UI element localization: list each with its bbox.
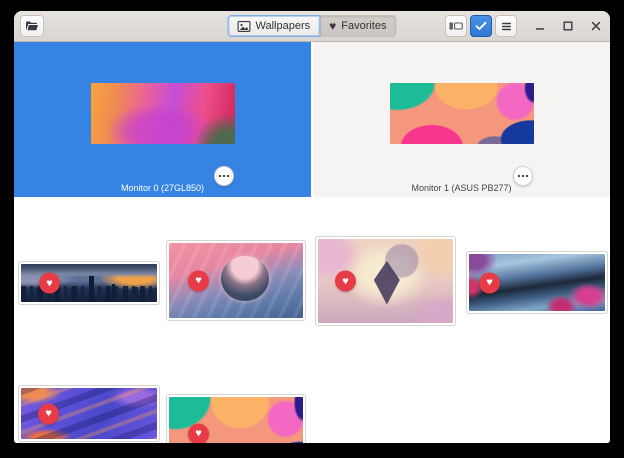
tab-favorites[interactable]: ♥ Favorites	[320, 15, 396, 37]
app-window: Wallpapers ♥ Favorites	[14, 11, 610, 443]
tab-favorites-label: Favorites	[341, 20, 386, 32]
maximize-button[interactable]	[561, 15, 574, 37]
wallpaper-tile[interactable]: ♥	[166, 240, 306, 321]
window-controls	[533, 15, 602, 37]
minimize-button[interactable]	[533, 15, 546, 37]
favorite-heart-badge[interactable]: ♥	[39, 273, 60, 294]
monitor-1-card[interactable]: Monitor 1 (ASUS PB277)	[313, 42, 610, 197]
tab-wallpapers-label: Wallpapers	[256, 20, 311, 32]
favorite-heart-badge[interactable]: ♥	[479, 272, 500, 293]
menu-icon	[501, 22, 512, 31]
desktop-background: { "colors": { "accent": "#3584e4", "favo…	[0, 0, 624, 458]
apply-wallpaper-button[interactable]	[470, 15, 492, 37]
monitor-1-wallpaper-preview	[390, 83, 534, 144]
monitor-0-card[interactable]: Monitor 0 (27GL850)	[14, 42, 311, 197]
ellipsis-icon	[218, 174, 230, 178]
close-button[interactable]	[589, 15, 602, 37]
image-icon	[238, 21, 251, 32]
monitor-0-label: Monitor 0 (27GL850)	[14, 183, 311, 193]
wallpaper-tile[interactable]: ♥	[166, 394, 306, 443]
favorite-heart-badge[interactable]: ♥	[38, 403, 59, 424]
primary-menu-button[interactable]	[495, 15, 517, 37]
favorite-heart-badge[interactable]: ♥	[188, 423, 209, 443]
headerbar: Wallpapers ♥ Favorites	[14, 11, 610, 42]
monitor-0-wallpaper-preview	[91, 83, 235, 144]
view-switcher: Wallpapers ♥ Favorites	[228, 15, 397, 37]
monitor-selection-row: Monitor 0 (27GL850) Monitor 1 (ASUS PB27…	[14, 42, 610, 197]
per-monitor-toggle-button[interactable]	[445, 15, 467, 37]
favorite-heart-badge[interactable]: ♥	[188, 270, 209, 291]
favorite-heart-badge[interactable]: ♥	[335, 271, 356, 292]
heart-icon: ♥	[329, 20, 336, 32]
wallpaper-tile[interactable]: ♥	[466, 251, 608, 314]
monitor-1-label: Monitor 1 (ASUS PB277)	[313, 183, 610, 193]
folder-open-icon	[25, 20, 39, 32]
checkmark-icon	[475, 21, 487, 31]
wallpaper-tile[interactable]: ♥	[315, 236, 456, 326]
ellipsis-icon	[517, 174, 529, 178]
open-folder-button[interactable]	[20, 15, 44, 37]
wallpaper-tile[interactable]: ♥	[18, 261, 160, 305]
headerbar-actions	[445, 15, 602, 37]
two-displays-icon	[449, 20, 463, 32]
wallpaper-tile[interactable]: ♥	[18, 385, 160, 442]
favorites-grid: ♥ ♥ ♥ ♥ ♥ ♥	[14, 197, 610, 443]
tab-wallpapers[interactable]: Wallpapers	[228, 15, 321, 37]
